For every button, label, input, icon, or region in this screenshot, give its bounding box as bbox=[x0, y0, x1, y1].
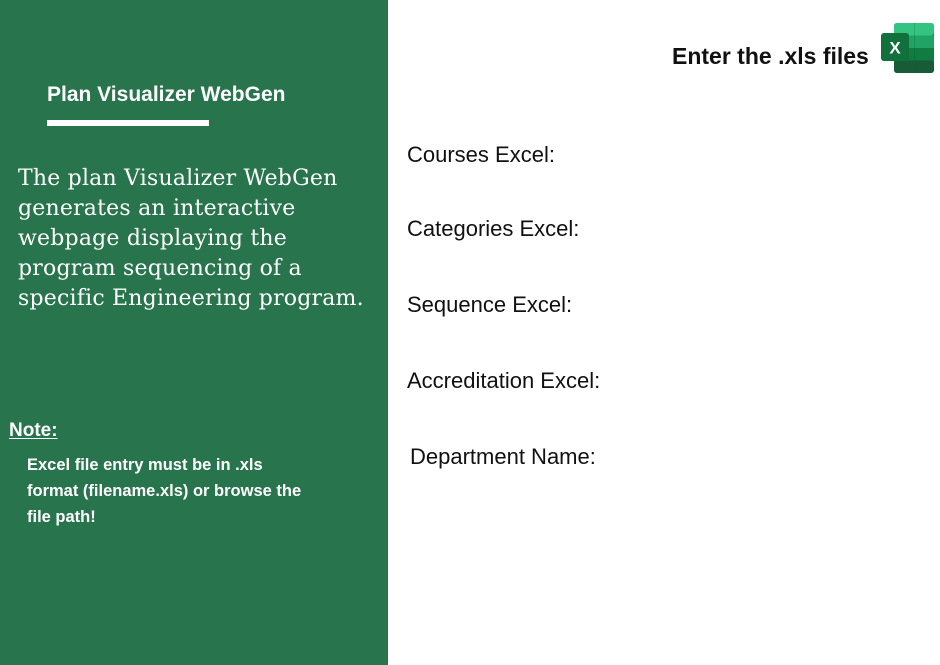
categories-excel-input[interactable] bbox=[610, 215, 924, 243]
categories-excel-label: Categories Excel: bbox=[407, 216, 580, 241]
note-label: Note: bbox=[9, 420, 58, 441]
courses-excel-label: Courses Excel: bbox=[407, 142, 555, 167]
department-name-input[interactable] bbox=[630, 443, 924, 471]
app-window: Plan Visualizer WebGen The plan Visualiz… bbox=[0, 0, 940, 665]
sequence-excel-input[interactable] bbox=[600, 291, 924, 319]
sidebar-panel: Plan Visualizer WebGen The plan Visualiz… bbox=[0, 0, 388, 665]
sequence-excel-label: Sequence Excel: bbox=[407, 292, 573, 317]
title-underline bbox=[47, 120, 209, 126]
page-title: Enter the .xls files bbox=[672, 43, 869, 69]
excel-icon-letter: X bbox=[889, 39, 901, 58]
accreditation-excel-input[interactable] bbox=[636, 367, 924, 395]
app-description: The plan Visualizer WebGen generates an … bbox=[18, 166, 364, 311]
department-name-label: Department Name: bbox=[410, 444, 596, 469]
courses-excel-input[interactable] bbox=[580, 141, 924, 169]
accreditation-excel-label: Accreditation Excel: bbox=[407, 368, 601, 393]
app-title: Plan Visualizer WebGen bbox=[47, 83, 286, 106]
note-text: Excel file entry must be in .xls format … bbox=[27, 456, 302, 526]
excel-icon: X bbox=[881, 23, 934, 73]
